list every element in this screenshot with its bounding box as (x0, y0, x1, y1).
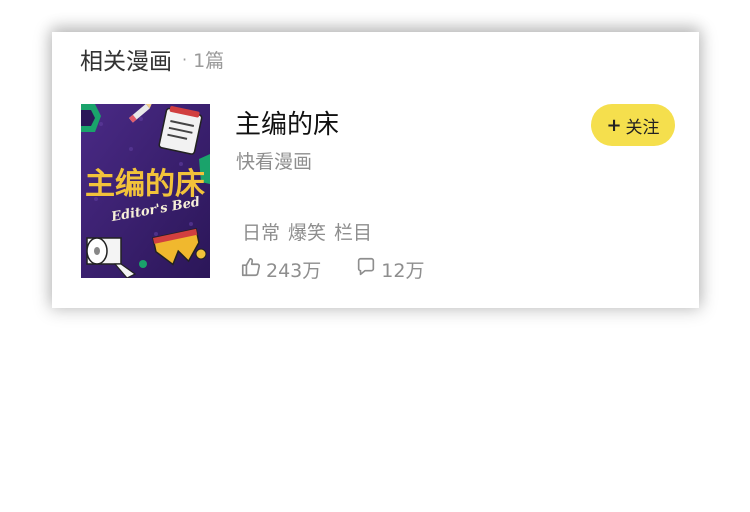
comic-tag: 日常 (242, 222, 281, 244)
likes-count: 243万 (266, 259, 322, 282)
section-count: 1篇 (193, 49, 225, 72)
comic-publisher: 快看漫画 (236, 151, 313, 173)
comment-bubble-icon (355, 256, 377, 282)
comic-stats: 243万 12万 (240, 256, 424, 282)
comments-count: 12万 (381, 259, 425, 282)
plus-icon: + (606, 114, 622, 136)
section-title: 相关漫画 (80, 49, 172, 75)
comments-stat: 12万 (355, 256, 424, 283)
follow-button[interactable]: + 关注 (591, 104, 675, 146)
likes-stat: 243万 (240, 256, 321, 283)
thumbs-up-icon (240, 256, 262, 282)
section-header: 相关漫画 · 1篇 (80, 44, 225, 75)
comic-title[interactable]: 主编的床 (235, 104, 339, 141)
comic-tag: 栏目 (334, 222, 373, 244)
comic-tags: 日常 爆笑 栏目 (242, 218, 372, 245)
related-comics-card: 相关漫画 · 1篇 主编的床 Editor's Bed 主编的床 快看漫画 日常… (52, 32, 699, 308)
section-separator: · (182, 49, 188, 69)
comic-cover-image[interactable]: 主编的床 Editor's Bed (81, 104, 210, 278)
follow-button-label: 关注 (625, 117, 660, 138)
comic-tag: 爆笑 (288, 222, 327, 244)
comic-cover-art: 主编的床 Editor's Bed (81, 104, 210, 278)
